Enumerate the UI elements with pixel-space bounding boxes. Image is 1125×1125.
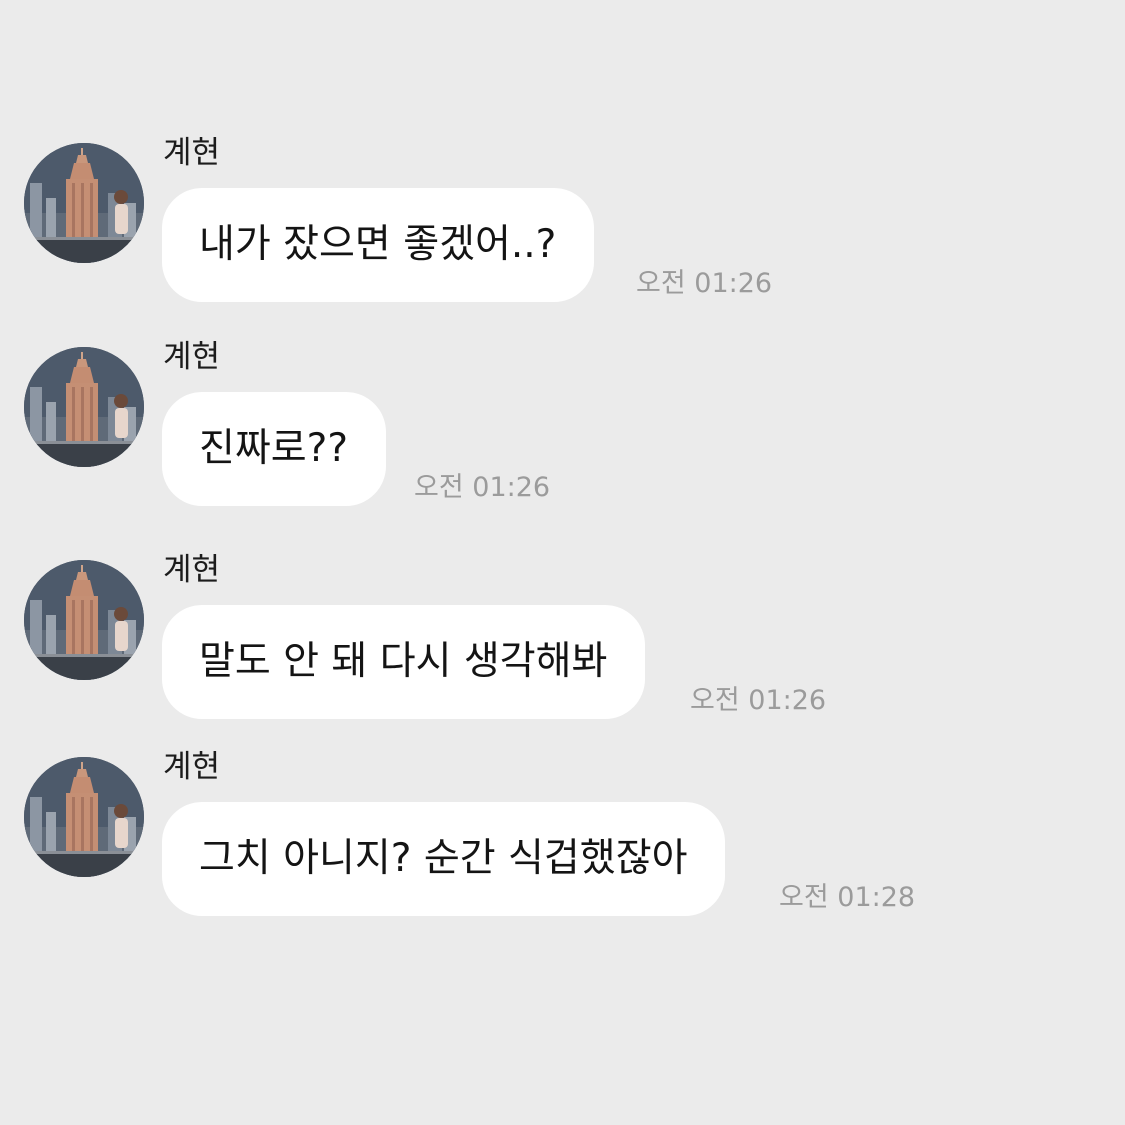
message-bubble[interactable]: 그치 아니지? 순간 식겁했잖아 <box>162 802 726 916</box>
message-time: 오전 01:26 <box>414 472 551 503</box>
message-bubble[interactable]: 진짜로?? <box>162 392 387 506</box>
chat-screen: { "messages": [ { "sender": "계현", "text"… <box>0 0 1125 1125</box>
avatar[interactable] <box>24 143 144 263</box>
sender-name: 계현 <box>163 749 221 785</box>
message-bubble[interactable]: 내가 잤으면 좋겠어..? <box>162 188 595 302</box>
profile-photo-icon <box>24 347 144 467</box>
message-time: 오전 01:26 <box>636 268 773 299</box>
message-time: 오전 01:26 <box>690 685 827 716</box>
profile-photo-icon <box>24 560 144 680</box>
profile-photo-icon <box>24 757 144 877</box>
sender-name: 계현 <box>163 552 221 588</box>
avatar[interactable] <box>24 560 144 680</box>
avatar[interactable] <box>24 347 144 467</box>
message-time: 오전 01:28 <box>779 882 916 913</box>
sender-name: 계현 <box>163 135 221 171</box>
message-bubble[interactable]: 말도 안 돼 다시 생각해봐 <box>162 605 646 719</box>
avatar[interactable] <box>24 757 144 877</box>
profile-photo-icon <box>24 143 144 263</box>
sender-name: 계현 <box>163 339 221 375</box>
